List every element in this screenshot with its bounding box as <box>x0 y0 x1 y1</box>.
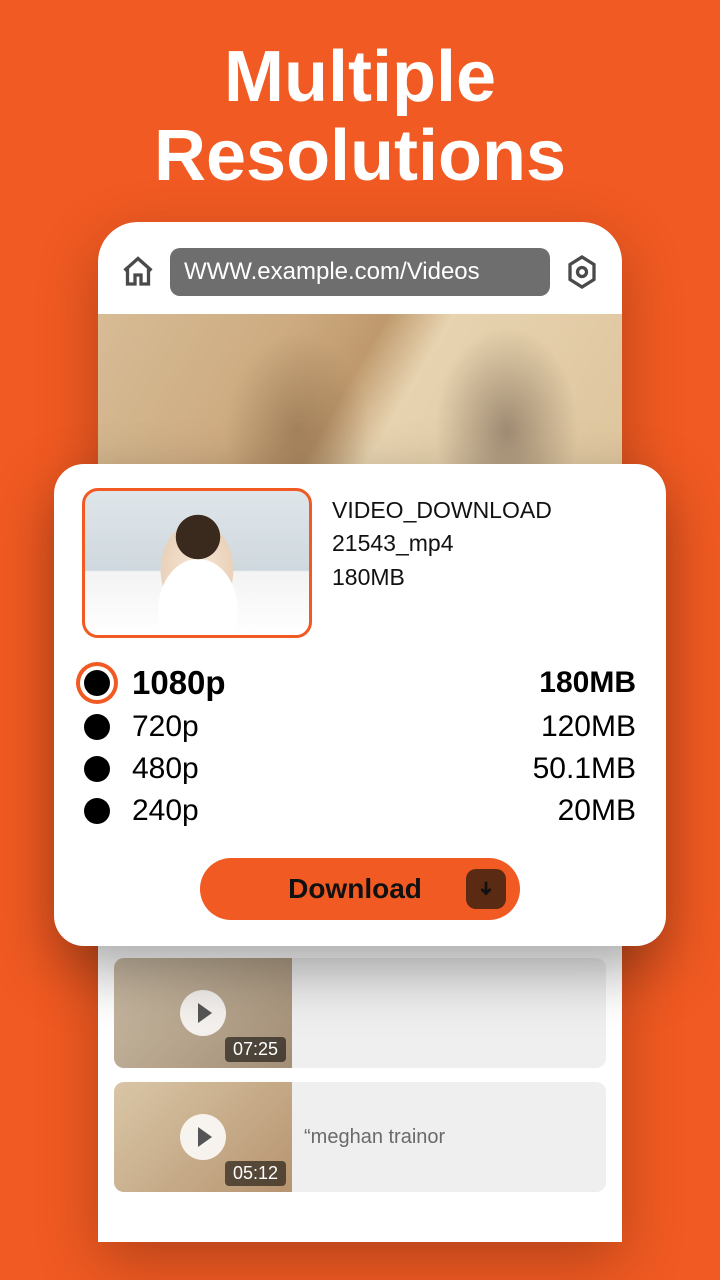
radio-icon <box>84 756 110 782</box>
resolution-option[interactable]: 240p 20MB <box>82 790 638 832</box>
resolution-option[interactable]: 480p 50.1MB <box>82 748 638 790</box>
home-icon[interactable] <box>120 254 156 290</box>
play-icon <box>180 1114 226 1160</box>
resolution-list: 1080p 180MB 720p 120MB 480p 50.1MB 240p … <box>82 660 638 832</box>
settings-icon[interactable] <box>564 254 600 290</box>
resolution-size: 50.1MB <box>533 752 636 786</box>
download-icon <box>466 869 506 909</box>
dialog-meta: VIDEO_DOWNLOAD 21543_mp4 180MB <box>332 488 552 594</box>
feed-title: “meghan trainor <box>304 1082 606 1192</box>
resolution-option[interactable]: 720p 120MB <box>82 706 638 748</box>
dialog-thumbnail <box>82 488 312 638</box>
url-text: WWW.example.com/Videos <box>184 258 480 286</box>
resolution-option[interactable]: 1080p 180MB <box>82 660 638 706</box>
radio-icon <box>84 670 110 696</box>
headline-line2: Resolutions <box>154 116 566 196</box>
url-bar[interactable]: WWW.example.com/Videos <box>170 248 550 296</box>
file-title: VIDEO_DOWNLOAD <box>332 494 552 527</box>
feed-duration: 05:12 <box>225 1161 286 1186</box>
feed-title <box>304 958 606 1068</box>
play-icon <box>180 990 226 1036</box>
feed-item[interactable]: 05:12 “meghan trainor <box>114 1082 606 1192</box>
feed-item[interactable]: 07:25 <box>114 958 606 1068</box>
download-button[interactable]: Download <box>200 858 520 920</box>
resolution-size: 20MB <box>558 794 636 828</box>
resolution-size: 180MB <box>539 666 636 700</box>
radio-icon <box>84 798 110 824</box>
headline-line1: Multiple <box>224 37 496 117</box>
file-size: 180MB <box>332 561 552 594</box>
download-button-label: Download <box>288 873 422 905</box>
resolution-label: 480p <box>132 752 199 786</box>
resolution-label: 240p <box>132 794 199 828</box>
resolution-size: 120MB <box>541 710 636 744</box>
dialog-header: VIDEO_DOWNLOAD 21543_mp4 180MB <box>82 488 638 638</box>
feed-thumbnail: 07:25 <box>114 958 292 1068</box>
promo-headline: Multiple Resolutions <box>0 0 720 196</box>
resolution-label: 1080p <box>132 664 226 702</box>
radio-icon <box>84 714 110 740</box>
feed-thumbnail: 05:12 <box>114 1082 292 1192</box>
top-bar: WWW.example.com/Videos <box>98 222 622 314</box>
feed-duration: 07:25 <box>225 1037 286 1062</box>
file-name: 21543_mp4 <box>332 527 552 560</box>
download-dialog: VIDEO_DOWNLOAD 21543_mp4 180MB 1080p 180… <box>54 464 666 946</box>
resolution-label: 720p <box>132 710 199 744</box>
